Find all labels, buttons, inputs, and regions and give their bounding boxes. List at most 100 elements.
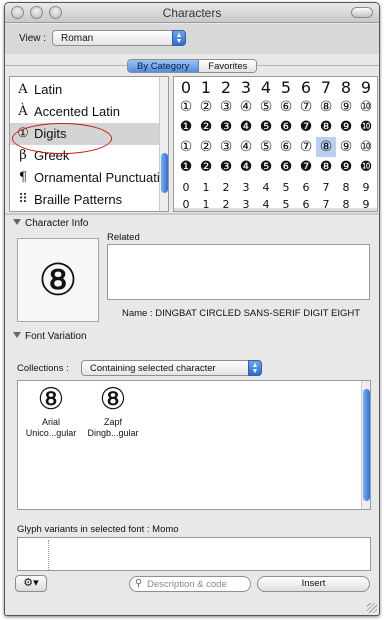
character-cell[interactable]: ⑤ xyxy=(256,97,276,117)
font-glyph: ⑧ xyxy=(37,382,65,417)
character-cell[interactable]: ⑩ xyxy=(356,137,376,157)
font-item-arial[interactable]: ⑧ Arial Unico...gular xyxy=(20,383,82,439)
collections-label: Collections : xyxy=(17,363,69,374)
character-cell[interactable]: ❽ xyxy=(316,157,336,177)
gear-icon: ⚙▾ xyxy=(23,577,39,589)
character-cell[interactable]: ❷ xyxy=(196,117,216,137)
character-cell[interactable]: ⑨ xyxy=(336,137,356,157)
character-preview[interactable]: ⑧ xyxy=(17,238,99,322)
character-cell[interactable]: ❿ xyxy=(356,117,376,137)
character-cell[interactable]: ⑦ xyxy=(296,97,316,117)
character-cell[interactable]: ❸ xyxy=(216,117,236,137)
character-cell[interactable]: ④ xyxy=(236,137,256,157)
category-item-ornamental-punctuation[interactable]: ¶ Ornamental Punctuation xyxy=(10,167,168,189)
character-cell[interactable]: 6 xyxy=(296,77,316,97)
category-scrollbar[interactable] xyxy=(159,77,168,211)
search-input[interactable] xyxy=(147,578,247,590)
character-cell[interactable]: ❷ xyxy=(196,157,216,177)
tab-favorites[interactable]: Favorites xyxy=(199,60,257,72)
font-list-scroll-thumb[interactable] xyxy=(363,389,370,501)
action-menu-button[interactable]: ⚙▾ xyxy=(15,575,47,592)
character-cell[interactable]: ① xyxy=(176,137,196,157)
character-cell[interactable]: ❺ xyxy=(256,157,276,177)
character-cell[interactable]: 5 xyxy=(276,77,296,97)
glyph-variants-label: Glyph variants in selected font : Momo xyxy=(17,524,179,535)
character-cell[interactable]: ⑧ xyxy=(316,97,336,117)
character-cell[interactable]: ② xyxy=(196,97,216,117)
character-cell[interactable]: ❶ xyxy=(176,157,196,177)
character-cell[interactable]: 0 xyxy=(176,77,196,97)
font-variation-disclosure[interactable]: Font Variation xyxy=(13,331,87,342)
character-grid-row: ❶❷❸❹❺❻❼❽❾❿ xyxy=(176,157,376,177)
view-popup[interactable]: Roman ▲ ▼ xyxy=(52,30,186,46)
character-cell[interactable]: 8 xyxy=(336,177,356,197)
grid-scrollbar[interactable] xyxy=(174,208,377,211)
category-scroll-thumb[interactable] xyxy=(161,153,168,193)
character-cell[interactable]: ⑧ xyxy=(316,137,336,157)
character-cell[interactable]: ❽ xyxy=(316,117,336,137)
collections-popup[interactable]: Containing selected character ▲ ▼ xyxy=(81,360,262,376)
character-cell[interactable]: 1 xyxy=(196,77,216,97)
search-icon: ⚲ xyxy=(135,578,143,589)
category-label: Latin xyxy=(34,82,63,97)
character-cell[interactable]: 9 xyxy=(356,177,376,197)
character-cell[interactable]: 9 xyxy=(356,77,376,97)
character-cell[interactable]: 7 xyxy=(316,177,336,197)
font-glyph: ⑧ xyxy=(99,382,127,417)
character-cell[interactable]: 6 xyxy=(296,177,316,197)
category-item-accented-latin[interactable]: À Accented Latin xyxy=(10,101,160,123)
character-cell[interactable]: 8 xyxy=(336,77,356,97)
character-cell[interactable]: ⑨ xyxy=(336,97,356,117)
character-cell[interactable]: ③ xyxy=(216,97,236,117)
character-cell[interactable]: ⑤ xyxy=(256,137,276,157)
character-cell[interactable]: 3 xyxy=(236,77,256,97)
character-cell[interactable]: ⑥ xyxy=(276,97,296,117)
font-item-zapf-dingbats[interactable]: ⑧ Zapf Dingb...gular xyxy=(82,383,144,439)
character-cell[interactable]: ❺ xyxy=(256,117,276,137)
character-cell[interactable]: ❿ xyxy=(356,157,376,177)
character-cell[interactable]: 5 xyxy=(276,177,296,197)
character-cell[interactable]: ⑥ xyxy=(276,137,296,157)
character-cell[interactable]: 1 xyxy=(196,177,216,197)
character-cell[interactable]: ❻ xyxy=(276,117,296,137)
search-field[interactable]: ⚲ xyxy=(129,576,251,592)
resize-grip-icon[interactable] xyxy=(367,603,377,613)
character-cell[interactable]: 3 xyxy=(236,177,256,197)
character-cell[interactable]: 4 xyxy=(256,177,276,197)
font-list-scrollbar[interactable] xyxy=(361,381,370,509)
character-cell[interactable]: ❾ xyxy=(336,117,356,137)
character-cell[interactable]: ❶ xyxy=(176,117,196,137)
character-cell[interactable]: ❼ xyxy=(296,157,316,177)
accented-latin-icon: À xyxy=(18,104,28,119)
character-cell[interactable]: 0 xyxy=(176,177,196,197)
character-cell[interactable]: ⑦ xyxy=(296,137,316,157)
toolbar-toggle-button[interactable] xyxy=(351,7,373,18)
character-info-disclosure[interactable]: Character Info xyxy=(13,218,88,229)
character-cell[interactable]: ❸ xyxy=(216,157,236,177)
font-name: Arial xyxy=(41,417,60,427)
tab-by-category[interactable]: By Category xyxy=(128,60,200,72)
character-cell[interactable]: ❼ xyxy=(296,117,316,137)
character-cell[interactable]: ② xyxy=(196,137,216,157)
related-characters-box[interactable] xyxy=(107,244,370,300)
character-cell[interactable]: ③ xyxy=(216,137,236,157)
disclosure-triangle-icon xyxy=(13,219,21,225)
category-item-braille-patterns[interactable]: ⠿ Braille Patterns xyxy=(10,189,160,211)
split-view-divider[interactable] xyxy=(5,213,379,215)
character-cell[interactable]: ❹ xyxy=(236,157,256,177)
category-item-latin[interactable]: A Latin xyxy=(10,79,160,101)
insert-button[interactable]: Insert xyxy=(257,576,370,592)
character-cell[interactable]: ⑩ xyxy=(356,97,376,117)
font-variations-list: ⑧ Arial Unico...gular ⑧ Zapf Dingb...gul… xyxy=(17,380,371,510)
character-cell[interactable]: 2 xyxy=(216,77,236,97)
character-cell[interactable]: ❻ xyxy=(276,157,296,177)
character-cell[interactable]: ① xyxy=(176,97,196,117)
character-cell[interactable]: ❹ xyxy=(236,117,256,137)
character-cell[interactable]: 2 xyxy=(216,177,236,197)
glyph-variants-box[interactable] xyxy=(17,537,371,571)
character-cell[interactable]: ④ xyxy=(236,97,256,117)
character-cell[interactable]: 7 xyxy=(316,77,336,97)
character-cell[interactable]: ❾ xyxy=(336,157,356,177)
pilcrow-icon: ¶ xyxy=(18,170,28,185)
character-cell[interactable]: 4 xyxy=(256,77,276,97)
